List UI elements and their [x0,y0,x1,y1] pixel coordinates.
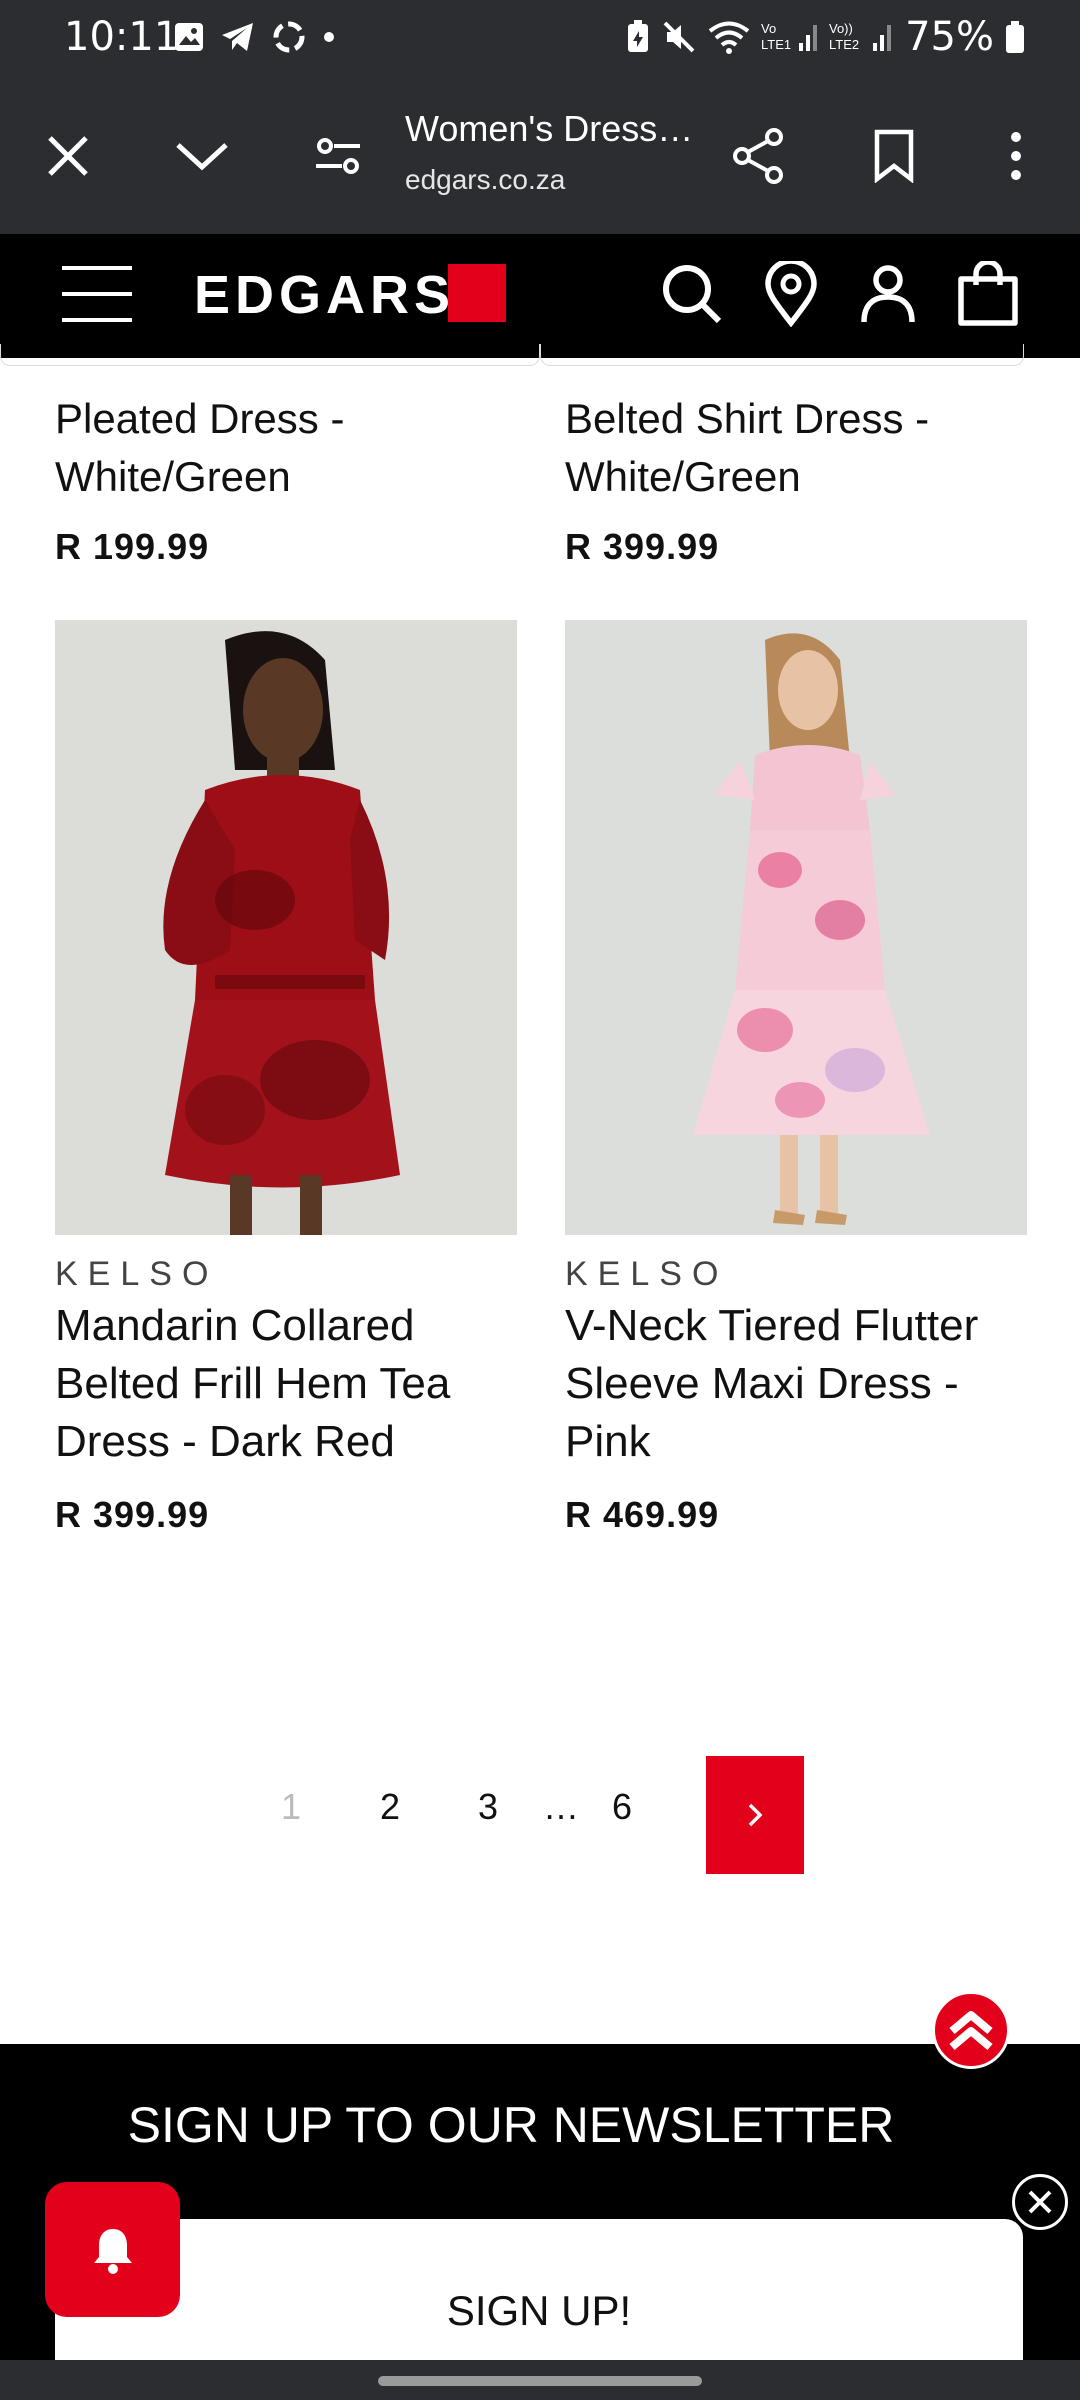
scroll-to-top-button[interactable] [932,1991,1010,2069]
search-icon [663,265,722,324]
close-popup-button[interactable] [1012,2174,1068,2230]
notifications-button[interactable] [45,2182,180,2317]
more-options-button[interactable] [978,118,1054,194]
telegram-icon [222,23,253,51]
dress-photo-red [55,620,517,1235]
cart-button[interactable] [950,256,1026,332]
status-time: 10:11 [64,14,180,60]
system-navigation-bar [0,2360,1080,2400]
product-price: R 199.99 [55,526,210,567]
svg-text:Vo: Vo [761,21,776,36]
product-brand: KELSO [55,1255,219,1293]
product-card-edge [540,344,1024,366]
product-title-line: White/Green [55,453,291,500]
product-price: R 469.99 [565,1494,720,1535]
bell-icon [93,2228,132,2274]
close-icon [1028,2190,1052,2214]
product-image-dark-red-dress[interactable] [55,620,517,1235]
menu-line [62,266,132,270]
close-tab-button[interactable] [30,118,106,194]
product-brand: KELSO [565,1255,729,1293]
page-3-link[interactable]: 3 [478,1786,498,1828]
product-image-pink-floral-dress[interactable] [565,620,1027,1235]
signal-lte1-icon: VoLTE1 [761,21,818,52]
next-page-button[interactable] [706,1756,804,1874]
page-ellipsis: … [543,1786,579,1827]
page-6-link[interactable]: 6 [612,1786,632,1828]
share-icon [733,128,783,184]
bookmark-button[interactable] [856,118,932,194]
site-header: EDGARS [0,234,1080,358]
tune-icon [316,138,360,174]
minimize-button[interactable] [164,118,240,194]
system-icons: Vo LTE1 Vo)) LTE2 75% [625,14,1026,60]
svg-text:Vo)): Vo)) [829,21,853,36]
product-title-line: Pleated Dress - [55,395,345,442]
store-locator-button[interactable] [753,256,829,332]
wifi-icon [708,21,750,54]
chevron-down-icon [176,143,228,171]
home-gesture-handle[interactable] [378,2376,702,2386]
signal-lte2-icon: Vo))LTE2 [829,21,892,52]
menu-line [62,292,132,296]
signup-button[interactable]: SIGN UP! [55,2219,1023,2369]
product-price: R 399.99 [565,526,720,567]
product-title-line: White/Green [565,453,801,500]
tab-url: edgars.co.za [405,164,566,195]
dress-photo-pink [565,620,1027,1235]
product-name[interactable]: Mandarin Collared Belted Frill Hem Tea D… [55,1297,545,1471]
product-title-line: Belted Shirt Dress - [565,395,930,442]
share-button[interactable] [720,118,796,194]
site-settings-button[interactable] [300,118,376,194]
pagination: 1 2 3 … 6 [0,1756,1080,1874]
user-icon [861,265,915,323]
logo[interactable]: EDGARS [194,264,455,326]
product-name[interactable]: V-Neck Tiered Flutter Sleeve Maxi Dress … [565,1297,1055,1471]
menu-button[interactable] [62,264,134,324]
battery-saver-icon [628,20,649,52]
location-pin-icon [765,261,817,327]
page-1-link[interactable]: 1 [281,1786,301,1828]
image-icon [175,23,203,51]
chevron-right-icon [748,1803,763,1827]
account-button[interactable] [850,256,926,332]
search-button[interactable] [654,256,730,332]
double-chevron-up-icon [949,2011,993,2051]
tab-title: Women's Dress… [405,108,694,149]
product-card-edge [0,344,540,366]
newsletter-title: SIGN UP TO OUR NEWSLETTER [127,2097,895,2153]
product-title[interactable]: Belted Shirt Dress - White/Green [565,390,929,506]
close-icon [48,136,88,176]
menu-line [62,318,132,322]
status-bar: 10:11 Vo LTE1 Vo)) LTE2 75% [0,0,1080,78]
battery-icon [1006,21,1024,53]
logo-square [448,264,506,322]
sync-icon [273,21,305,53]
more-vertical-icon [1011,132,1021,180]
dot-icon [324,32,334,42]
battery-percentage: 75% [905,14,994,60]
svg-text:LTE2: LTE2 [829,37,859,52]
shopping-bag-icon [958,261,1018,326]
mute-icon [663,21,695,53]
page-2-link[interactable]: 2 [380,1786,400,1828]
product-price: R 399.99 [55,1494,210,1535]
notification-icons [172,18,336,56]
browser-toolbar: Women's Dress… edgars.co.za [0,78,1080,234]
product-title[interactable]: Pleated Dress - White/Green [55,390,344,506]
svg-text:LTE1: LTE1 [761,37,791,52]
bookmark-icon [874,129,914,183]
